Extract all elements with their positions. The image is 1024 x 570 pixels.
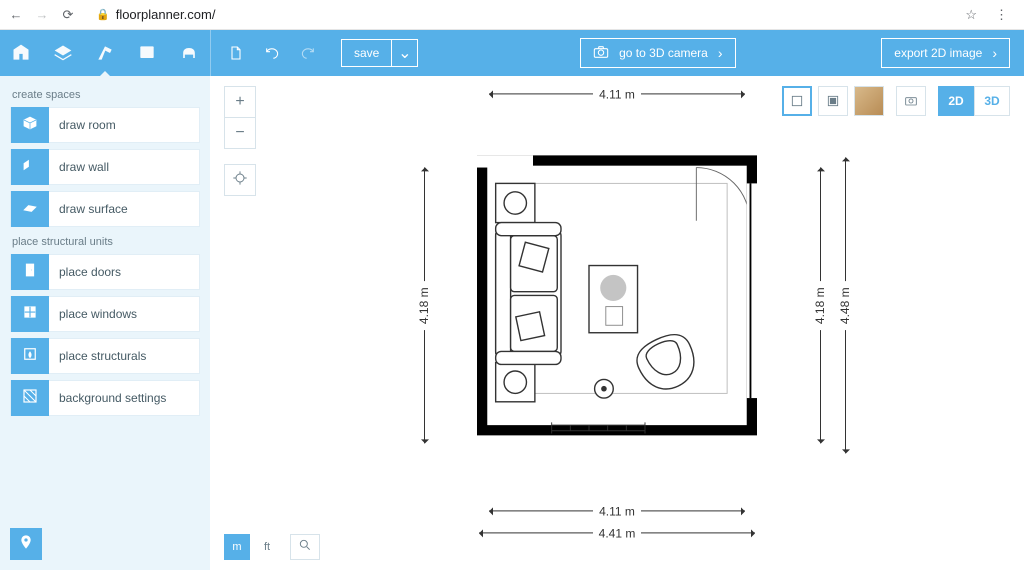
pin-icon bbox=[18, 534, 34, 555]
back-icon[interactable]: ← bbox=[8, 7, 24, 22]
fireplace-icon bbox=[21, 345, 39, 368]
save-button[interactable]: save bbox=[342, 40, 391, 66]
minus-icon: − bbox=[235, 124, 244, 142]
unit-row: m ft bbox=[224, 534, 320, 560]
sidebar-section-create: create spaces bbox=[12, 89, 198, 101]
dim-height-left: 4.18 m bbox=[417, 281, 431, 330]
chevron-right-icon: › bbox=[718, 45, 723, 61]
sidebar-item-draw-surface[interactable]: draw surface bbox=[10, 191, 200, 227]
go-to-3d-camera-button[interactable]: go to 3D camera › bbox=[580, 38, 735, 68]
view-style-3[interactable] bbox=[854, 86, 884, 116]
wall-icon bbox=[21, 156, 39, 179]
sidebar-item-draw-wall[interactable]: draw wall bbox=[10, 149, 200, 185]
sidebar: create spaces draw room draw wall draw s… bbox=[0, 76, 210, 570]
sidebar-item-label: place doors bbox=[49, 265, 121, 279]
sidebar-item-label: place structurals bbox=[49, 349, 146, 363]
tab-3d[interactable]: 3D bbox=[974, 86, 1010, 116]
dim-height-right-inner: 4.18 m bbox=[813, 281, 827, 330]
magnifier-icon bbox=[298, 538, 312, 557]
lock-icon: 🔒 bbox=[96, 8, 110, 21]
door-icon bbox=[21, 261, 39, 284]
dim-width-top: 4.11 m bbox=[593, 87, 641, 101]
surface-icon bbox=[21, 198, 39, 221]
zoom-out-button[interactable]: − bbox=[224, 117, 256, 149]
export-2d-image-button[interactable]: export 2D image › bbox=[881, 38, 1010, 68]
chevron-down-icon: ⌄ bbox=[398, 43, 411, 63]
tool-home[interactable] bbox=[0, 30, 42, 76]
address-bar[interactable]: 🔒 floorplanner.com/ bbox=[86, 3, 955, 27]
sidebar-section-structural: place structural units bbox=[12, 236, 198, 248]
view-camera[interactable] bbox=[896, 86, 926, 116]
plus-icon: + bbox=[235, 93, 244, 111]
tool-notes[interactable] bbox=[126, 30, 168, 76]
dim-height-right-outer: 4.48 m bbox=[838, 281, 852, 330]
right-button-label: export 2D image bbox=[894, 46, 982, 60]
new-doc-icon[interactable] bbox=[227, 44, 245, 62]
recenter-button[interactable] bbox=[224, 164, 256, 196]
crosshair-icon bbox=[232, 170, 248, 191]
sidebar-item-label: place windows bbox=[49, 307, 137, 321]
window-icon bbox=[21, 303, 39, 326]
floor-plan[interactable]: 4.11 m 4.18 m 4.18 m 4.48 m 4.11 m bbox=[437, 125, 797, 505]
sidebar-item-label: draw wall bbox=[49, 160, 109, 174]
view-style-2[interactable] bbox=[818, 86, 848, 116]
save-button-group: save ⌄ bbox=[341, 39, 418, 67]
dim-width-bottom-outer: 4.41 m bbox=[593, 526, 642, 540]
location-button[interactable] bbox=[10, 528, 42, 560]
room-svg bbox=[477, 155, 757, 435]
menu-icon[interactable]: ⋮ bbox=[995, 7, 1008, 23]
canvas-area[interactable]: + − 2D 3D m ft 4.11 m bbox=[210, 76, 1024, 570]
zoom-in-button[interactable]: + bbox=[224, 86, 256, 118]
cube-icon bbox=[21, 114, 39, 137]
bookmark-icon[interactable]: ☆ bbox=[965, 7, 977, 23]
sidebar-item-place-windows[interactable]: place windows bbox=[10, 296, 200, 332]
center-button-label: go to 3D camera bbox=[619, 46, 708, 60]
background-icon bbox=[21, 387, 39, 410]
camera-icon bbox=[593, 45, 609, 62]
sidebar-item-background-settings[interactable]: background settings bbox=[10, 380, 200, 416]
sidebar-item-label: draw surface bbox=[49, 202, 128, 216]
undo-icon[interactable] bbox=[263, 44, 281, 62]
sidebar-item-label: draw room bbox=[49, 118, 116, 132]
tool-layers[interactable] bbox=[42, 30, 84, 76]
redo-icon[interactable] bbox=[299, 44, 317, 62]
reload-icon[interactable]: ⟳ bbox=[60, 7, 76, 23]
magnifier-button[interactable] bbox=[290, 534, 320, 560]
view-controls: 2D 3D bbox=[782, 86, 1010, 116]
sidebar-item-draw-room[interactable]: draw room bbox=[10, 107, 200, 143]
unit-meters[interactable]: m bbox=[224, 534, 250, 560]
dim-width-bottom-inner: 4.11 m bbox=[593, 504, 641, 518]
app-toolbar: save ⌄ go to 3D camera › export 2D image… bbox=[0, 30, 1024, 76]
sidebar-item-place-doors[interactable]: place doors bbox=[10, 254, 200, 290]
sidebar-item-place-structurals[interactable]: place structurals bbox=[10, 338, 200, 374]
browser-chrome: ← → ⟳ 🔒 floorplanner.com/ ☆ ⋮ bbox=[0, 0, 1024, 30]
tab-2d[interactable]: 2D bbox=[938, 86, 974, 116]
tool-build[interactable] bbox=[84, 30, 126, 76]
save-dropdown[interactable]: ⌄ bbox=[391, 40, 417, 66]
sidebar-item-label: background settings bbox=[49, 391, 166, 405]
forward-icon[interactable]: → bbox=[34, 7, 50, 22]
chevron-right-icon: › bbox=[992, 45, 997, 61]
tool-furniture[interactable] bbox=[168, 30, 210, 76]
view-style-1[interactable] bbox=[782, 86, 812, 116]
unit-feet[interactable]: ft bbox=[254, 534, 280, 560]
url-text: floorplanner.com/ bbox=[116, 7, 216, 22]
